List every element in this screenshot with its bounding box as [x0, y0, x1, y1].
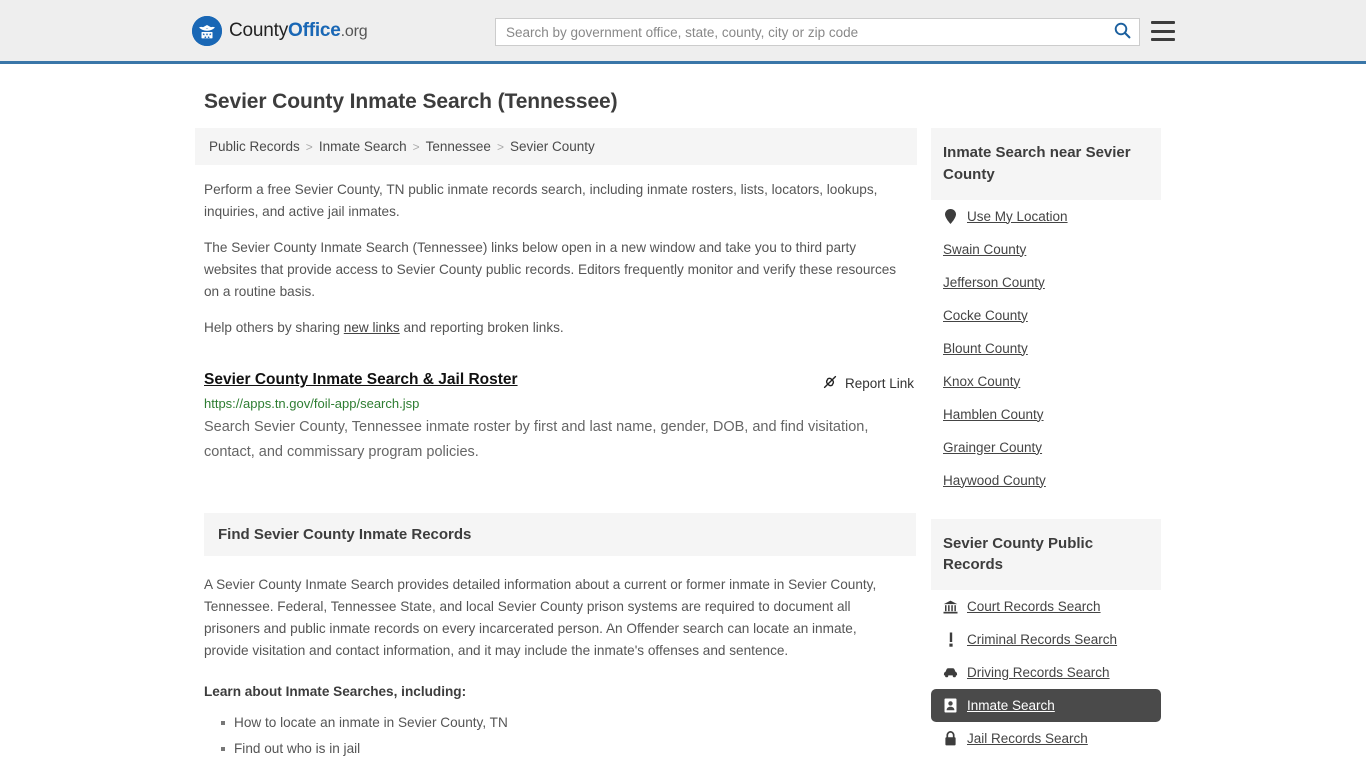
- sidebar-item-label: Hamblen County: [943, 406, 1044, 422]
- logo-text-part1: County: [229, 19, 289, 41]
- section-heading: Find Sevier County Inmate Records: [204, 512, 916, 556]
- sidebar-nearby-list: Use My Location Swain County Jefferson C…: [931, 200, 1161, 497]
- logo-text-part2: Office: [288, 19, 341, 41]
- sidebar-item-jail-records-search[interactable]: Jail Records Search: [931, 722, 1161, 755]
- exclamation-icon: [943, 632, 958, 647]
- hamburger-menu-icon[interactable]: [1151, 21, 1175, 41]
- eagle-seal-icon: ★★★ ★★: [192, 15, 222, 46]
- sidebar-item-knox-county[interactable]: Knox County: [931, 365, 1161, 398]
- sidebar-item-label: Criminal Records Search: [967, 632, 1118, 647]
- breadcrumb-separator: >: [496, 139, 504, 154]
- page-title: Sevier County Inmate Search (Tennessee): [204, 90, 618, 113]
- section-body-text: A Sevier County Inmate Search provides d…: [204, 576, 877, 659]
- site-logo[interactable]: ★★★ ★★ CountyOffice.org: [192, 15, 368, 46]
- sidebar-item-label: Court Records Search: [967, 599, 1101, 614]
- sidebar-item-haywood-county[interactable]: Haywood County: [931, 464, 1161, 497]
- car-icon: [943, 665, 958, 680]
- logo-text-part3: .org: [340, 22, 368, 40]
- sidebar-item-criminal-records-search[interactable]: Criminal Records Search: [931, 623, 1161, 656]
- sidebar-item-label: Blount County: [943, 340, 1028, 356]
- result-url: https://apps.tn.gov/foil-app/search.jsp: [204, 396, 420, 412]
- sidebar-nearby-heading: Inmate Search near Sevier County: [931, 128, 1161, 200]
- sidebar-item-cocke-county[interactable]: Cocke County: [931, 299, 1161, 332]
- list-item: Find out who is in jail: [221, 739, 917, 765]
- sidebar-item-inmate-search[interactable]: Inmate Search: [931, 689, 1161, 722]
- share-text-after: and reporting broken links.: [399, 320, 564, 336]
- sidebar-item-hamblen-county[interactable]: Hamblen County: [931, 398, 1161, 431]
- intro-paragraph-3: Help others by sharing new links and rep…: [204, 317, 904, 339]
- svg-text:★★: ★★: [204, 35, 210, 39]
- list-item: How to locate an inmate in Sevier County…: [221, 713, 917, 739]
- sidebar-records-block: Sevier County Public Records Court Recor…: [931, 518, 1161, 756]
- breadcrumb-separator: >: [305, 139, 313, 154]
- search-input[interactable]: [496, 19, 1105, 45]
- lock-icon: [943, 731, 958, 746]
- broken-link-icon: [822, 374, 838, 393]
- breadcrumb-item-sevier-county[interactable]: Sevier County: [510, 139, 595, 154]
- content-container: Sevier County Inmate Search (Tennessee) …: [195, 64, 1171, 768]
- sidebar-item-label: Driving Records Search: [967, 665, 1110, 680]
- sidebar-records-list: Court Records Search Criminal Records Se…: [931, 590, 1161, 755]
- report-link-button[interactable]: Report Link: [822, 374, 914, 393]
- result-description: Search Sevier County, Tennessee inmate r…: [204, 419, 869, 461]
- search-button[interactable]: [1105, 19, 1139, 45]
- sidebar-item-driving-records-search[interactable]: Driving Records Search: [931, 656, 1161, 689]
- map-pin-icon: [943, 208, 958, 224]
- sidebar-item-label: Jefferson County: [943, 274, 1045, 290]
- sidebar-item-grainger-county[interactable]: Grainger County: [931, 431, 1161, 464]
- courthouse-icon: [943, 599, 958, 614]
- result-title-link[interactable]: Sevier County Inmate Search & Jail Roste…: [204, 371, 518, 389]
- sidebar-item-jefferson-county[interactable]: Jefferson County: [931, 266, 1161, 299]
- breadcrumb-separator: >: [412, 139, 420, 154]
- intro-paragraph-1: Perform a free Sevier County, TN public …: [204, 182, 878, 220]
- id-card-icon: [943, 698, 958, 713]
- sidebar-nearby-block: Inmate Search near Sevier County Use My …: [931, 128, 1161, 497]
- sidebar-item-label: Grainger County: [943, 439, 1043, 455]
- intro-paragraph-2: The Sevier County Inmate Search (Tenness…: [204, 240, 897, 300]
- sidebar-item-court-records-search[interactable]: Court Records Search: [931, 590, 1161, 623]
- breadcrumb: Public Records > Inmate Search > Tenness…: [195, 128, 917, 165]
- sidebar-item-label: Knox County: [943, 373, 1021, 389]
- sidebar-item-label: Swain County: [943, 241, 1027, 257]
- section-subheading: Learn about Inmate Searches, including:: [204, 684, 467, 700]
- sidebar-item-blount-county[interactable]: Blount County: [931, 332, 1161, 365]
- breadcrumb-item-tennessee[interactable]: Tennessee: [426, 139, 491, 154]
- breadcrumb-item-public-records[interactable]: Public Records: [209, 139, 300, 154]
- sidebar-item-label: Inmate Search: [967, 698, 1055, 713]
- page-body: Sevier County Inmate Search (Tennessee) …: [0, 64, 1366, 768]
- new-links-link[interactable]: new links: [344, 320, 400, 335]
- section-bullet-list: How to locate an inmate in Sevier County…: [204, 713, 917, 768]
- sidebar-item-label: Cocke County: [943, 307, 1028, 323]
- result-link-block: Sevier County Inmate Search & Jail Roste…: [204, 371, 914, 465]
- report-link-label: Report Link: [844, 376, 914, 392]
- logo-wordmark: CountyOffice.org: [229, 19, 368, 42]
- search-icon: [1114, 22, 1131, 42]
- search-bar[interactable]: [495, 18, 1140, 46]
- breadcrumb-item-inmate-search[interactable]: Inmate Search: [319, 139, 407, 154]
- sidebar-item-label: Use My Location: [967, 208, 1068, 224]
- sidebar-records-heading: Sevier County Public Records: [931, 518, 1161, 590]
- main-column: Public Records > Inmate Search > Tenness…: [195, 128, 917, 768]
- site-header: ★★★ ★★ CountyOffice.org: [0, 0, 1366, 64]
- sidebar-item-label: Haywood County: [943, 472, 1046, 488]
- sidebar: Inmate Search near Sevier County Use My …: [931, 128, 1161, 768]
- sidebar-item-use-my-location[interactable]: Use My Location: [931, 200, 1161, 233]
- sidebar-item-swain-county[interactable]: Swain County: [931, 233, 1161, 266]
- share-text-before: Help others by sharing: [204, 320, 344, 336]
- sidebar-item-label: Jail Records Search: [967, 731, 1088, 746]
